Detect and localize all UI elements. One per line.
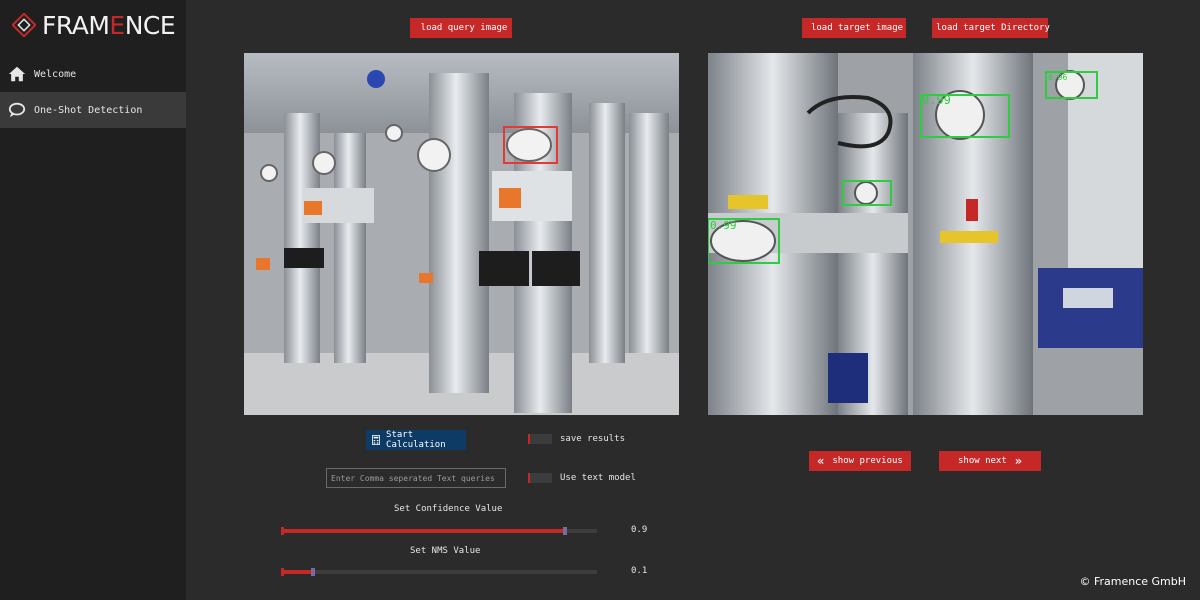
target-image: 0.99 0.96 0.99 — [708, 53, 1143, 415]
query-image-scene — [244, 53, 679, 415]
sidebar-item-welcome[interactable]: Welcome — [0, 56, 186, 92]
save-results-label: save results — [560, 434, 626, 444]
load-target-directory-button[interactable]: load target Directory — [932, 18, 1050, 38]
query-image — [244, 53, 679, 415]
use-text-model-row: Use text model — [528, 473, 636, 483]
load-query-image-button[interactable]: load query image — [410, 18, 512, 38]
save-results-toggle[interactable] — [528, 434, 552, 444]
app-logo: FRAMENCE — [12, 10, 176, 40]
sidebar-item-label: Welcome — [34, 68, 77, 80]
detection-score: 0.99 — [710, 219, 737, 232]
start-calculation-button[interactable]: Start Calculation — [366, 430, 466, 450]
save-results-row: save results — [528, 434, 625, 444]
framence-logo-icon — [12, 13, 36, 37]
nms-value: 0.1 — [631, 566, 648, 576]
nms-slider-start — [281, 568, 284, 576]
button-label: load target image — [810, 23, 904, 33]
button-label: load query image — [420, 23, 508, 33]
show-next-button[interactable]: show next » — [939, 451, 1041, 471]
chat-bubble-icon — [8, 102, 26, 118]
nms-label: Set NMS Value — [410, 546, 481, 556]
nms-slider-handle[interactable] — [310, 568, 315, 576]
target-image-scene: 0.99 0.96 0.99 — [708, 53, 1143, 415]
double-chevron-left-icon: « — [817, 454, 825, 468]
confidence-slider[interactable] — [281, 527, 597, 535]
calculator-icon — [372, 435, 381, 445]
confidence-slider-fill — [281, 529, 566, 533]
confidence-slider-handle[interactable] — [563, 527, 568, 535]
use-text-model-label: Use text model — [560, 473, 636, 483]
confidence-label: Set Confidence Value — [394, 504, 503, 514]
load-target-image-button[interactable]: load target image — [802, 18, 906, 38]
show-previous-button[interactable]: « show previous — [809, 451, 911, 471]
copyright-text: © Framence GmbH — [1079, 575, 1186, 588]
sidebar: FRAMENCE Welcome One-Shot Detection — [0, 0, 186, 600]
nms-slider[interactable] — [281, 568, 597, 576]
logo-wordmark: FRAMENCE — [42, 10, 176, 40]
button-label: show previous — [832, 456, 903, 466]
confidence-slider-start — [281, 527, 284, 535]
double-chevron-right-icon: » — [1014, 454, 1022, 468]
nms-slider-fill — [281, 570, 313, 574]
button-label: Start Calculation — [386, 430, 446, 450]
detection-score: 0.99 — [922, 93, 951, 107]
home-icon — [8, 66, 26, 82]
button-label: show next — [957, 456, 1007, 466]
use-text-model-toggle[interactable] — [528, 473, 552, 483]
sidebar-item-one-shot-detection[interactable]: One-Shot Detection — [0, 92, 186, 128]
text-query-input[interactable] — [326, 468, 506, 488]
sidebar-item-label: One-Shot Detection — [34, 104, 143, 116]
confidence-value: 0.9 — [631, 525, 648, 535]
detection-score: 0.96 — [1048, 73, 1067, 82]
button-label: load target Directory — [936, 23, 1050, 33]
